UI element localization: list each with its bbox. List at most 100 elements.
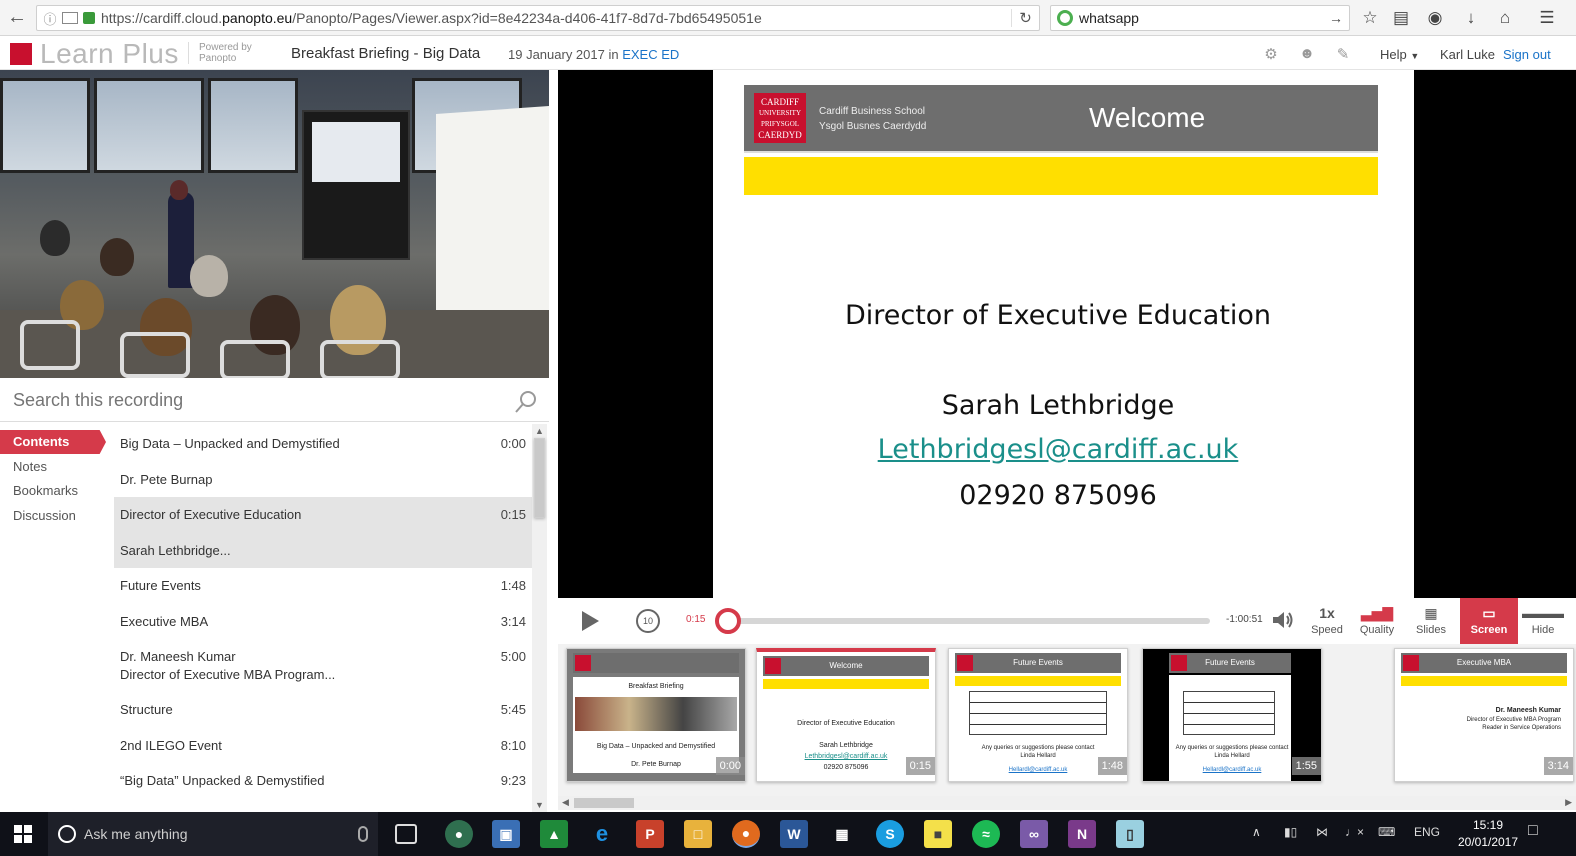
windows-taskbar: Ask me anything ● ▣ ▲ e P □ ● W ▦ S ■ ≈ … [0,812,1576,856]
slide-thumbnail[interactable]: Executive MBA Dr. Maneesh Kumar Director o… [1394,648,1574,782]
windows-start-icon[interactable] [14,825,32,843]
hide-button[interactable]: ▬▬▬ Hide [1516,604,1570,644]
download-icon[interactable]: ↓ [1459,6,1483,30]
primary-video[interactable]: CARDIFF UNIVERSITY PRIFYSGOL CAERDYD Cardif… [558,70,1576,598]
settings-gear-icon[interactable]: ⚙ [1261,45,1281,63]
internet-explorer-icon[interactable]: e [588,820,616,848]
thumbnail-crest [575,655,591,671]
contents-item-title: Structure [120,702,173,717]
scroll-right-icon[interactable]: ▶ [1565,797,1572,808]
search-icon[interactable] [514,390,538,414]
room-display-screen [302,110,410,260]
visual-studio-icon[interactable]: ∞ [1020,820,1048,848]
tab-discussion[interactable]: Discussion [0,504,112,528]
reload-icon[interactable]: ↻ [1011,9,1039,27]
slide-thumbnail[interactable]: Breakfast Briefing Big Data – Unpacked an… [566,648,746,782]
file-explorer-icon[interactable]: □ [684,820,712,848]
thumbnail-scrollbar[interactable]: ◀ ▶ [558,796,1576,810]
slide-thumbnail[interactable]: Future Events Any queries or suggestions … [1142,648,1322,782]
keyboard-icon[interactable]: ⌨ [1378,825,1395,839]
help-menu[interactable]: Help ▼ [1380,47,1419,62]
scrollbar-thumb[interactable] [534,438,545,518]
speed-button[interactable]: 1x Speed [1300,604,1354,644]
bookmark-star-icon[interactable]: ☆ [1358,6,1382,30]
contents-item[interactable]: “Big Data” Unpacked & Demystified 9:23 [114,763,532,799]
scroll-down-icon[interactable]: ▼ [535,800,544,810]
info-icon[interactable]: ⓘ [41,9,59,28]
contents-item[interactable]: Director of Executive Education 0:15 [114,497,532,533]
spotify-icon[interactable]: ≈ [972,820,1000,848]
chevron-down-icon: ▼ [1410,51,1420,61]
language-indicator[interactable]: ENG [1414,825,1440,839]
chair [220,340,290,378]
microphone-icon[interactable] [358,826,368,842]
taskbar-clock[interactable]: 15:19 20/01/2017 [1452,817,1524,851]
camera-video[interactable] [0,70,549,378]
contents-item-time: 8:10 [500,737,526,753]
contents-item[interactable]: Structure 5:45 [114,692,532,728]
search-go-icon[interactable]: → [1329,10,1349,26]
word-icon[interactable]: W [780,820,808,848]
tab-contents[interactable]: Contents [0,430,106,454]
quality-button[interactable]: ▃▅▇ Quality [1350,604,1404,644]
search-recording-input[interactable] [13,390,493,411]
wifi-icon[interactable]: ⋈ [1316,825,1328,839]
defender-icon[interactable]: ● [445,820,473,848]
sign-out-link[interactable]: Sign out [1503,47,1551,62]
play-icon[interactable] [582,611,599,631]
contents-item[interactable]: Dr. Pete Burnap [114,462,532,498]
tab-notes[interactable]: Notes [0,455,112,479]
battery-icon[interactable]: ▮▯ [1284,825,1297,839]
slides-button[interactable]: ▦ Slides [1404,604,1458,644]
cortana-search-input[interactable]: Ask me anything [84,826,358,842]
cortana-search[interactable]: Ask me anything [48,812,378,856]
menu-icon[interactable]: ☰ [1535,6,1559,30]
contents-item[interactable]: Dr. Maneesh Kumar Director of Executive M… [114,639,532,692]
reading-list-icon[interactable]: ▤ [1389,6,1413,30]
contents-item[interactable]: 2nd ILEGO Event 8:10 [114,728,532,764]
scroll-left-icon[interactable]: ◀ [562,797,569,808]
firefox-icon[interactable]: ● [732,820,760,848]
contents-item[interactable]: Executive MBA 3:14 [114,604,532,640]
scrollbar-thumb[interactable] [574,798,634,808]
powerpoint-icon[interactable]: P [636,820,664,848]
store-icon[interactable]: ▦ [828,820,856,848]
contents-item[interactable]: Future Events 1:48 [114,568,532,604]
task-view-icon[interactable] [395,824,417,844]
skype-icon[interactable]: S [876,820,904,848]
slide-thumbnail[interactable]: Future Events Any queries or suggestions … [948,648,1128,782]
home-icon[interactable]: ⌂ [1493,6,1517,30]
browser-search-input[interactable]: whatsapp [1079,10,1329,26]
chevron-up-icon[interactable]: ∧ [1252,825,1261,839]
onenote-icon[interactable]: N [1068,820,1096,848]
edit-pencil-icon[interactable]: ✎ [1333,45,1353,63]
screen-button[interactable]: ▭ Screen [1460,598,1518,644]
contents-item[interactable]: Sarah Lethbridge... [114,532,532,568]
rewind-10-icon[interactable]: 10 [636,609,660,633]
volume-icon[interactable] [1272,611,1294,629]
seek-bar[interactable] [726,618,1210,624]
sticky-notes-icon[interactable]: ■ [924,820,952,848]
pocket-icon[interactable]: ◉ [1423,6,1447,30]
contents-item[interactable]: Big Data – Unpacked and Demystified 0:00 [114,426,532,462]
browser-search-box[interactable]: whatsapp → [1050,5,1350,31]
network-app-icon[interactable]: ▣ [492,820,520,848]
contents-scrollbar[interactable]: ▲ ▼ [532,424,547,812]
seek-handle[interactable] [715,608,741,634]
tab-bookmarks[interactable]: Bookmarks [0,479,112,503]
back-arrow-icon[interactable]: ← [0,0,34,36]
slide-thumbnail[interactable]: Welcome Director of Executive Education Sa… [756,648,936,782]
scroll-up-icon[interactable]: ▲ [535,426,544,436]
address-bar[interactable]: ⓘ https://cardiff.cloud.panopto.eu/Panop… [36,5,1040,31]
lock-icon[interactable] [83,12,95,24]
share-people-icon[interactable]: ☻ [1297,45,1317,63]
url-text[interactable]: https://cardiff.cloud.panopto.eu/Panopto… [101,10,1011,26]
maps-icon[interactable]: ▲ [540,820,568,848]
slide-email[interactable]: Lethbridgesl@cardiff.ac.uk [713,434,1403,465]
speaker-mute-icon[interactable]: ♩× [1345,825,1364,839]
folder-link[interactable]: EXEC ED [622,47,679,62]
action-center-icon[interactable]: □ [1528,822,1538,840]
tablet-app-icon[interactable]: ▯ [1116,820,1144,848]
slide-banner: CARDIFF UNIVERSITY PRIFYSGOL CAERDYD Cardif… [744,85,1378,153]
thumbnail-stripe [955,676,1121,686]
